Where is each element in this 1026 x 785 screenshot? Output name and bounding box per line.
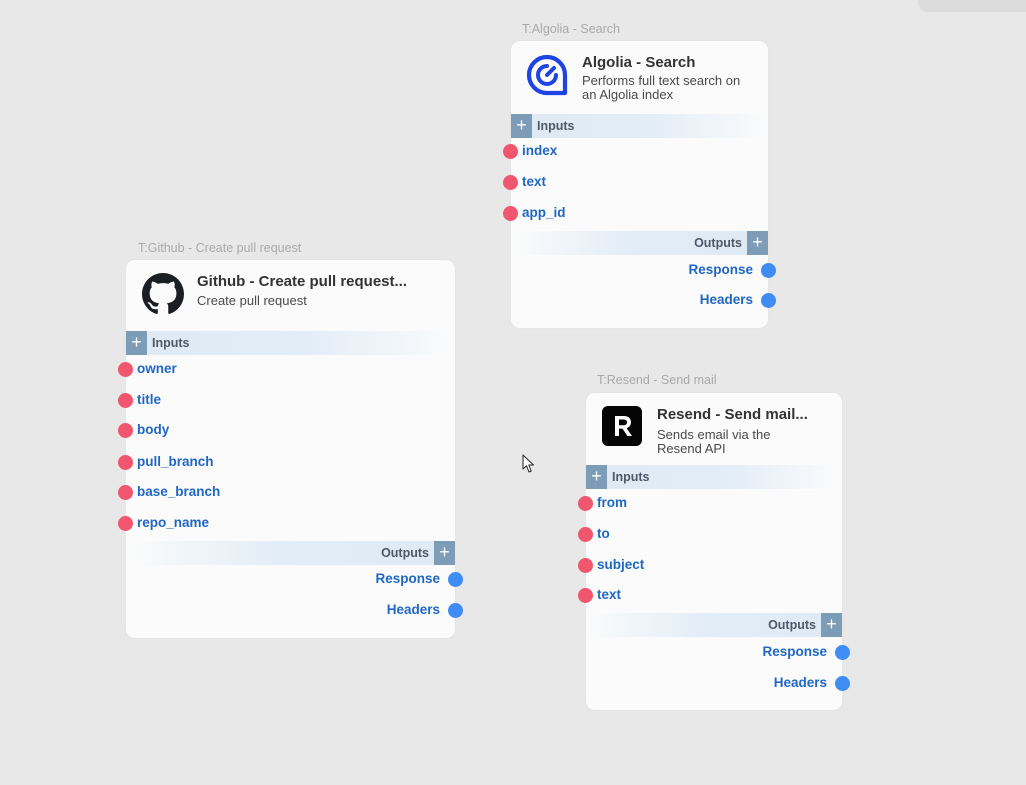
output-port-handle[interactable] [448,572,463,587]
node-description: Create pull request [197,293,307,308]
resend-logo-icon [602,406,642,446]
output-port-label: Response [375,571,440,586]
output-port-handle[interactable] [761,263,776,278]
inputs-section: + Inputs [511,114,768,138]
input-port-label: subject [597,557,645,572]
add-input-button[interactable]: + [126,331,147,355]
outputs-label: Outputs [381,546,429,560]
node-algolia-search[interactable]: Algolia - Search Performs full text sear… [503,41,776,328]
add-input-button[interactable]: + [586,465,607,489]
input-port-label: title [137,392,162,407]
input-port-row: owner [118,361,455,379]
outputs-section: Outputs + [511,231,768,255]
inputs-section: + Inputs [126,331,455,355]
input-port-handle[interactable] [118,393,133,408]
add-output-button[interactable]: + [821,613,842,637]
input-port-row: subject [578,557,842,575]
input-port-label: to [597,526,610,541]
input-port-row: pull_branch [118,454,455,472]
node-title: Resend - Send mail... [657,406,808,423]
input-port-row: title [118,392,455,410]
github-logo-icon [142,273,184,314]
output-port-handle[interactable] [761,293,776,308]
inputs-section: + Inputs [586,465,842,489]
input-port-handle[interactable] [118,516,133,531]
node-tag-resend: T:Resend - Send mail [597,373,717,387]
input-port-label: body [137,422,170,437]
output-port-label: Headers [773,675,827,690]
input-port-handle[interactable] [578,527,593,542]
input-port-handle[interactable] [118,455,133,470]
output-port-label: Response [762,644,827,659]
inputs-label: Inputs [612,470,650,484]
input-port-row: body [118,422,455,440]
input-port-label: repo_name [137,515,210,530]
add-output-button[interactable]: + [747,231,768,255]
input-port-label: base_branch [137,484,221,499]
input-port-handle[interactable] [503,175,518,190]
input-port-label: pull_branch [137,454,214,469]
input-port-handle[interactable] [503,144,518,159]
add-output-button[interactable]: + [434,541,455,565]
output-port-handle[interactable] [835,676,850,691]
output-port-handle[interactable] [835,645,850,660]
input-port-row: base_branch [118,484,455,502]
input-port-handle[interactable] [118,362,133,377]
outputs-section: Outputs + [126,541,455,565]
output-port-row: Headers [126,602,463,620]
inputs-label: Inputs [152,336,190,350]
output-port-label: Headers [386,602,440,617]
input-port-row: repo_name [118,515,455,533]
output-port-handle[interactable] [448,603,463,618]
input-port-row: to [578,526,842,544]
input-port-label: owner [137,361,177,376]
node-tag-algolia: T:Algolia - Search [522,22,620,36]
output-port-row: Headers [586,675,850,693]
input-port-label: text [522,174,547,189]
node-resend-send-mail[interactable]: Resend - Send mail... Sends email via th… [578,393,850,710]
outputs-section: Outputs + [586,613,842,637]
input-port-handle[interactable] [578,496,593,511]
input-port-handle[interactable] [503,206,518,221]
input-port-row: app_id [503,205,768,223]
output-port-row: Response [511,262,776,280]
node-description: Sends email via the Resend API [657,427,771,456]
node-description: Performs full text search on an Algolia … [582,73,741,102]
outputs-label: Outputs [694,236,742,250]
input-port-row: from [578,495,842,513]
output-port-row: Response [586,644,850,662]
algolia-logo-icon [526,54,568,96]
inputs-label: Inputs [537,119,575,133]
node-title: Algolia - Search [582,54,696,71]
output-port-row: Response [126,571,463,589]
input-port-handle[interactable] [118,423,133,438]
node-github-create-pull-request[interactable]: Github - Create pull request... Create p… [118,260,463,638]
output-port-label: Response [688,262,753,277]
mouse-cursor-icon [522,454,534,473]
node-title: Github - Create pull request... [197,273,408,290]
input-port-row: text [503,174,768,192]
input-port-label: from [597,495,627,510]
outputs-label: Outputs [768,618,816,632]
output-port-row: Headers [511,292,776,310]
input-port-handle[interactable] [578,558,593,573]
input-port-handle[interactable] [578,588,593,603]
input-port-label: app_id [522,205,566,220]
output-port-label: Headers [699,292,753,307]
input-port-handle[interactable] [118,485,133,500]
input-port-label: text [597,587,622,602]
top-right-control[interactable] [918,0,1026,12]
input-port-row: text [578,587,842,605]
input-port-label: index [522,143,558,158]
add-input-button[interactable]: + [511,114,532,138]
input-port-row: index [503,143,768,161]
node-tag-github: T:Github - Create pull request [138,241,302,255]
